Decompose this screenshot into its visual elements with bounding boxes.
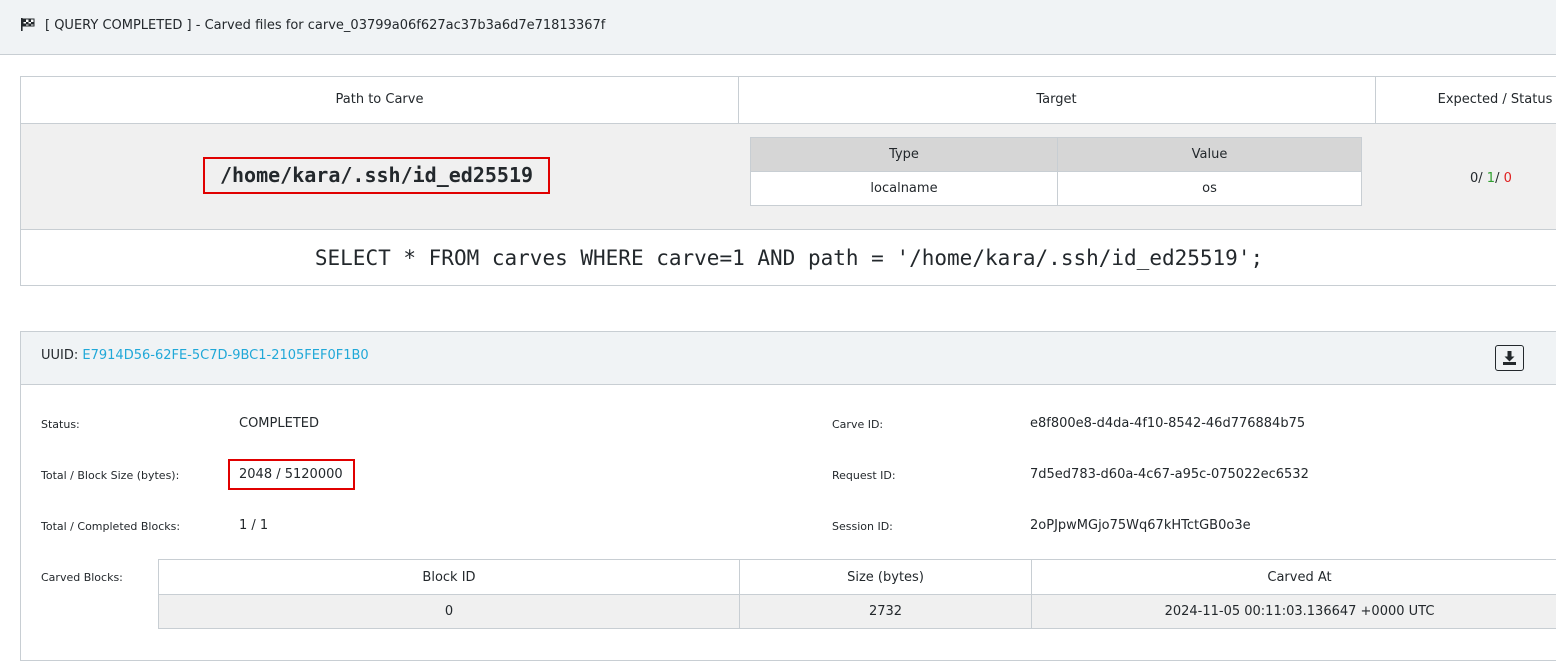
target-row: localname os xyxy=(751,172,1362,206)
query-table-header: Path to Carve Target Expected / Status xyxy=(21,77,1556,124)
target-col-value: Value xyxy=(1058,138,1362,172)
flag-icon xyxy=(20,18,35,35)
target-table: Type Value localname os xyxy=(750,137,1362,206)
expected-count: 0 xyxy=(1470,171,1478,186)
block-id: 0 xyxy=(159,595,740,629)
col-carved-at: Carved At xyxy=(1032,560,1556,595)
carve-id-label: Carve ID: xyxy=(832,418,883,431)
carve-subtitle: - Carved files for carve_03799a06f627ac3… xyxy=(196,18,606,33)
request-id-label: Request ID: xyxy=(832,469,896,482)
target-type: localname xyxy=(751,172,1058,206)
download-button[interactable] xyxy=(1495,345,1524,371)
session-id-label: Session ID: xyxy=(832,520,893,533)
failed-count: 0 xyxy=(1504,171,1512,186)
uuid-label: UUID: xyxy=(41,348,78,363)
size-label: Total / Block Size (bytes): xyxy=(41,469,179,482)
uuid-link[interactable]: E7914D56-62FE-5C7D-9BC1-2105FEF0F1B0 xyxy=(82,348,368,363)
download-icon xyxy=(1496,346,1523,370)
target-col-type: Type xyxy=(751,138,1058,172)
col-block-id: Block ID xyxy=(159,560,740,595)
query-card: Path to Carve Target Expected / Status /… xyxy=(20,76,1556,286)
request-id-value: 7d5ed783-d60a-4c67-a95c-075022ec6532 xyxy=(1030,467,1309,482)
sql-query: SELECT * FROM carves WHERE carve=1 AND p… xyxy=(21,230,1556,286)
blocks-count-value: 1 / 1 xyxy=(239,518,268,533)
carve-card: UUID: E7914D56-62FE-5C7D-9BC1-2105FEF0F1… xyxy=(20,331,1556,661)
col-path-to-carve: Path to Carve xyxy=(21,77,738,123)
status-value: COMPLETED xyxy=(239,416,319,431)
carve-path: /home/kara/.ssh/id_ed25519 xyxy=(203,157,550,194)
carved-blocks-label: Carved Blocks: xyxy=(41,571,123,584)
page-header: [ QUERY COMPLETED ] - Carved files for c… xyxy=(0,0,1556,55)
query-table-row: /home/kara/.ssh/id_ed25519 Type Value lo… xyxy=(21,124,1556,230)
size-value: 2048 / 5120000 xyxy=(239,467,343,482)
carve-id-value: e8f800e8-d4da-4f10-8542-46d776884b75 xyxy=(1030,416,1305,431)
col-expected-status: Expected / Status xyxy=(1375,77,1556,123)
block-carved-at: 2024-11-05 00:11:03.136647 +0000 UTC xyxy=(1032,595,1556,629)
block-size: 2732 xyxy=(740,595,1032,629)
target-value: os xyxy=(1058,172,1362,206)
status-label: Status: xyxy=(41,418,80,431)
carved-blocks-table: Block ID Size (bytes) Carved At 0 2732 2… xyxy=(158,559,1556,629)
table-row: 0 2732 2024-11-05 00:11:03.136647 +0000 … xyxy=(159,595,1556,629)
blocks-count-label: Total / Completed Blocks: xyxy=(41,520,180,533)
col-size: Size (bytes) xyxy=(740,560,1032,595)
query-status: [ QUERY COMPLETED ] xyxy=(45,18,192,33)
carve-card-header: UUID: E7914D56-62FE-5C7D-9BC1-2105FEF0F1… xyxy=(21,332,1556,385)
uuid-line: UUID: E7914D56-62FE-5C7D-9BC1-2105FEF0F1… xyxy=(41,348,369,363)
completed-count: 1 xyxy=(1487,171,1495,186)
session-id-value: 2oPJpwMGjo75Wq67kHTctGB0o3e xyxy=(1030,518,1251,533)
col-target: Target xyxy=(738,77,1375,123)
expected-status: 0/ 1/ 0 xyxy=(1470,171,1512,186)
page-title: [ QUERY COMPLETED ] - Carved files for c… xyxy=(45,18,605,33)
